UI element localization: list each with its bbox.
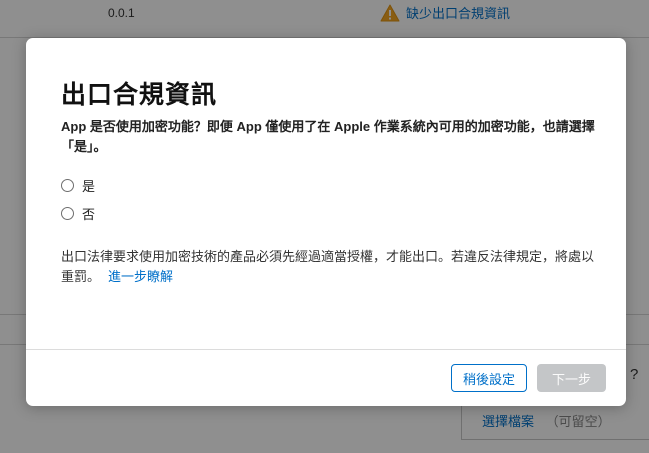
radio-option-no[interactable]: 否 <box>61 204 95 223</box>
dialog-title: 出口合規資訊 <box>61 81 218 109</box>
next-button[interactable]: 下一步 <box>537 364 606 392</box>
radio-option-yes[interactable]: 是 <box>61 176 95 195</box>
export-law-notice: 出口法律要求使用加密技術的產品必須先經過適當授權，才能出口。若違反法律規定，將處… <box>61 247 601 287</box>
learn-more-link[interactable]: 進一步瞭解 <box>108 269 173 284</box>
radio-label-no: 否 <box>82 207 96 222</box>
encryption-question: App 是否使用加密功能？即便 App 僅使用了在 Apple 作業系統內可用的… <box>61 119 595 154</box>
radio-label-yes: 是 <box>82 179 96 194</box>
export-compliance-dialog: 出口合規資訊 App 是否使用加密功能？即便 App 僅使用了在 Apple 作… <box>26 38 626 406</box>
radio-button-no[interactable] <box>61 207 74 220</box>
radio-button-yes[interactable] <box>61 179 74 192</box>
dialog-footer-divider <box>26 349 626 350</box>
set-up-later-button[interactable]: 稍後設定 <box>451 364 527 392</box>
